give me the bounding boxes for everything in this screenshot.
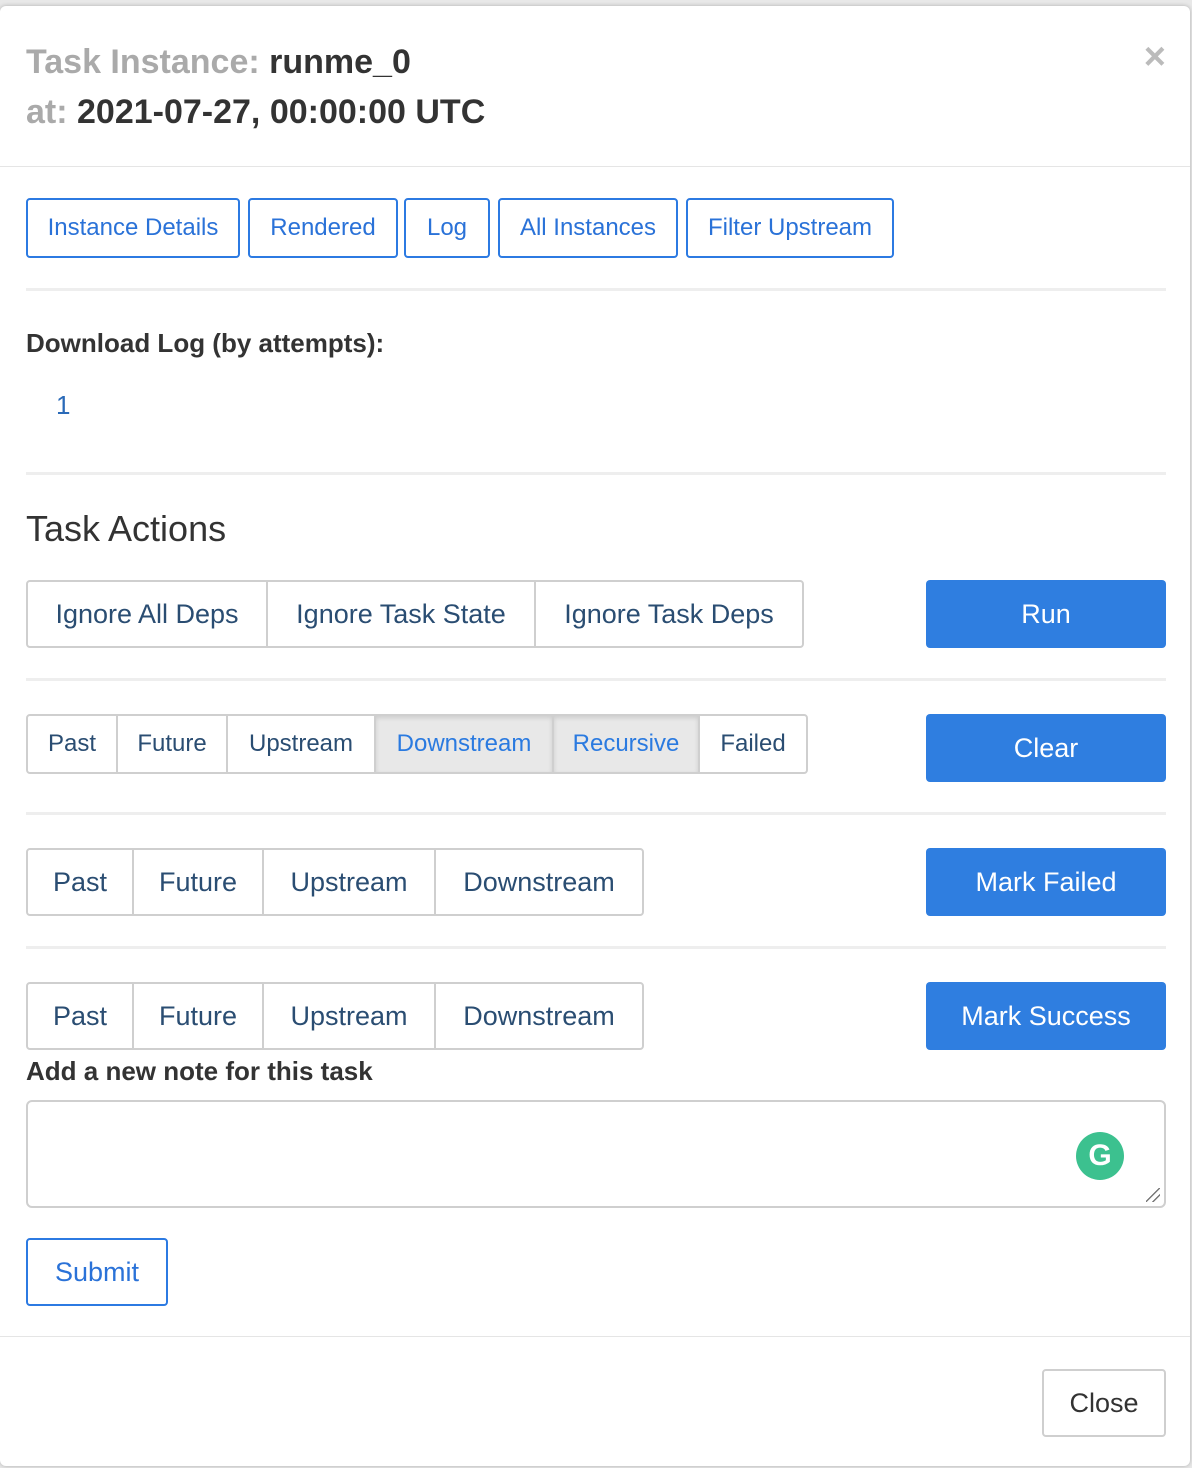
failed-upstream-toggle[interactable]: Upstream bbox=[264, 850, 436, 914]
success-past-toggle[interactable]: Past bbox=[28, 984, 134, 1048]
clear-failed-toggle[interactable]: Failed bbox=[700, 716, 806, 772]
success-upstream-toggle[interactable]: Upstream bbox=[264, 984, 436, 1048]
divider bbox=[26, 288, 1166, 291]
log-button[interactable]: Log bbox=[404, 198, 490, 258]
clear-downstream-toggle[interactable]: Downstream bbox=[376, 716, 554, 772]
failed-future-toggle[interactable]: Future bbox=[134, 850, 264, 914]
execution-date-value: 2021-07-27, 00:00:00 UTC bbox=[77, 93, 486, 131]
clear-options-group: Past Future Upstream Downstream Recursiv… bbox=[26, 714, 808, 774]
task-actions-title: Task Actions bbox=[26, 508, 227, 549]
divider bbox=[26, 812, 1166, 815]
success-future-toggle[interactable]: Future bbox=[134, 984, 264, 1048]
task-instance-value: runme_0 bbox=[269, 43, 411, 81]
divider bbox=[26, 946, 1166, 949]
clear-upstream-toggle[interactable]: Upstream bbox=[228, 716, 376, 772]
clear-future-toggle[interactable]: Future bbox=[118, 716, 228, 772]
failed-past-toggle[interactable]: Past bbox=[28, 850, 134, 914]
clear-recursive-toggle[interactable]: Recursive bbox=[554, 716, 700, 772]
task-instance-label: Task Instance: bbox=[26, 43, 260, 81]
divider bbox=[26, 678, 1166, 681]
download-log-label: Download Log (by attempts): bbox=[26, 328, 385, 358]
task-instance-modal: Task Instance: runme_0 at: 2021-07-27, 0… bbox=[0, 6, 1190, 1466]
attempt-link[interactable]: 1 bbox=[56, 390, 70, 421]
execution-date-title: at: 2021-07-27, 00:00:00 UTC bbox=[26, 92, 485, 132]
mark-failed-button[interactable]: Mark Failed bbox=[926, 848, 1166, 916]
mark-failed-options-group: Past Future Upstream Downstream bbox=[26, 848, 644, 916]
task-instance-title: Task Instance: runme_0 bbox=[26, 42, 411, 82]
modal-footer: Close bbox=[0, 1336, 1190, 1466]
ignore-task-deps-toggle[interactable]: Ignore Task Deps bbox=[536, 582, 802, 646]
clear-button[interactable]: Clear bbox=[926, 714, 1166, 782]
close-icon[interactable]: × bbox=[1144, 38, 1166, 76]
all-instances-button[interactable]: All Instances bbox=[498, 198, 678, 258]
filter-upstream-button[interactable]: Filter Upstream bbox=[686, 198, 894, 258]
modal-header: Task Instance: runme_0 at: 2021-07-27, 0… bbox=[0, 6, 1190, 167]
run-button[interactable]: Run bbox=[926, 580, 1166, 648]
submit-button[interactable]: Submit bbox=[26, 1238, 168, 1306]
failed-downstream-toggle[interactable]: Downstream bbox=[436, 850, 642, 914]
mark-success-button[interactable]: Mark Success bbox=[926, 982, 1166, 1050]
ignore-all-deps-toggle[interactable]: Ignore All Deps bbox=[28, 582, 268, 646]
clear-past-toggle[interactable]: Past bbox=[28, 716, 118, 772]
rendered-button[interactable]: Rendered bbox=[248, 198, 398, 258]
ignore-task-state-toggle[interactable]: Ignore Task State bbox=[268, 582, 536, 646]
note-label: Add a new note for this task bbox=[26, 1056, 373, 1086]
resize-handle-icon[interactable] bbox=[1146, 1188, 1160, 1202]
at-label: at: bbox=[26, 93, 68, 131]
success-downstream-toggle[interactable]: Downstream bbox=[436, 984, 642, 1048]
note-textarea[interactable]: G bbox=[26, 1100, 1166, 1208]
mark-success-options-group: Past Future Upstream Downstream bbox=[26, 982, 644, 1050]
divider bbox=[26, 472, 1166, 475]
run-options-group: Ignore All Deps Ignore Task State Ignore… bbox=[26, 580, 804, 648]
grammarly-icon[interactable]: G bbox=[1076, 1132, 1124, 1180]
close-button[interactable]: Close bbox=[1042, 1369, 1166, 1437]
instance-details-button[interactable]: Instance Details bbox=[26, 198, 240, 258]
